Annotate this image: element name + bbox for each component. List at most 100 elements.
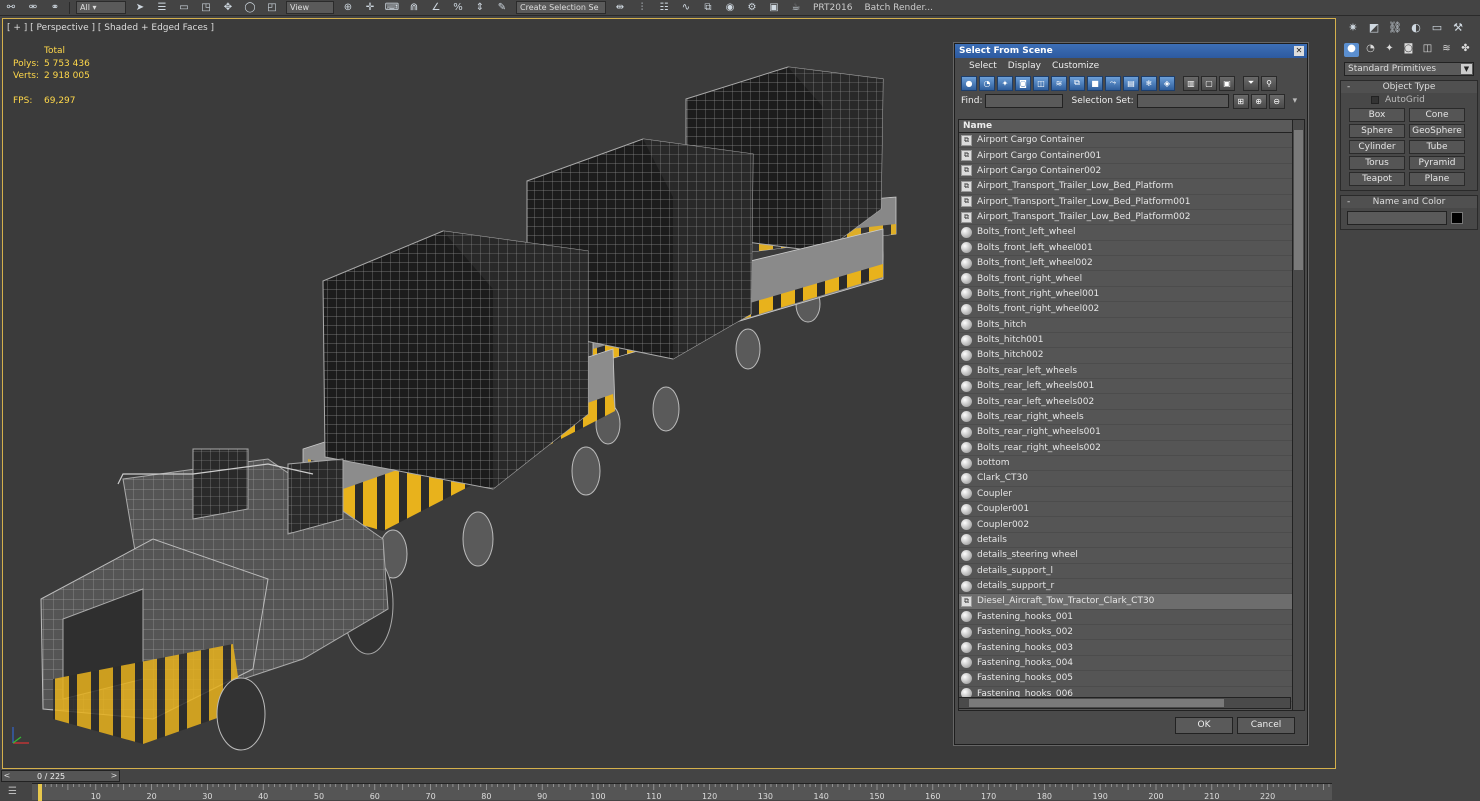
list-item[interactable]: Bolts_hitch001 — [959, 333, 1304, 349]
expand-icon[interactable]: ▾ — [1293, 96, 1298, 106]
list-item[interactable]: Fastening_hooks_002 — [959, 625, 1304, 641]
percent-snap-icon[interactable]: % — [449, 1, 467, 15]
modify-tab-icon[interactable]: ◩ — [1365, 21, 1383, 37]
list-item[interactable]: Coupler002 — [959, 517, 1304, 533]
list-item[interactable]: Bolts_rear_right_wheels002 — [959, 441, 1304, 456]
list-item[interactable]: ⧉ Airport_Transport_Trailer_Low_Bed_Platf… — [959, 210, 1304, 226]
list-item[interactable]: Fastening_hooks_004 — [959, 656, 1304, 672]
motion-tab-icon[interactable]: ◐ — [1407, 21, 1425, 37]
name-and-color-header[interactable]: - Name and Color — [1341, 196, 1477, 208]
reference-coordinate-dropdown[interactable]: View — [286, 1, 334, 14]
display-none-icon[interactable]: ▢ — [1201, 75, 1217, 91]
align-icon[interactable]: ⫶ — [633, 1, 651, 15]
list-item[interactable]: details — [959, 533, 1304, 549]
category-dropdown[interactable]: Standard Primitives ▼ — [1344, 62, 1474, 76]
track-bar[interactable]: 10 20 30 40 50 60 70 80 90 100 110 120 130 140 150 160 1… — [32, 783, 1332, 801]
list-item[interactable]: ⧉ Airport Cargo Container001 — [959, 148, 1304, 164]
ok-button[interactable]: OK — [1175, 717, 1233, 734]
previous-frame-icon[interactable]: < — [2, 771, 12, 781]
autogrid-row[interactable]: AutoGrid — [1341, 93, 1477, 106]
display-hidden-icon[interactable]: ◈ — [1159, 75, 1175, 91]
list-item[interactable]: Clark_CT30 — [959, 471, 1304, 487]
list-item[interactable]: details_support_l — [959, 564, 1304, 579]
display-xrefs-icon[interactable]: ■ — [1087, 75, 1103, 91]
autogrid-checkbox[interactable] — [1371, 95, 1379, 104]
batch-render-label[interactable]: Batch Render... — [864, 3, 933, 13]
list-item[interactable]: Bolts_rear_left_wheels002 — [959, 394, 1304, 410]
display-tab-icon[interactable]: ▭ — [1428, 21, 1446, 37]
display-frozen-icon[interactable]: ❄ — [1141, 75, 1157, 91]
link-icon[interactable]: ⚯ — [2, 1, 20, 15]
display-bones-icon[interactable]: ⤳ — [1105, 75, 1121, 91]
list-item[interactable]: bottom — [959, 456, 1304, 472]
display-geometry-icon[interactable]: ● — [961, 75, 977, 91]
list-item[interactable]: Bolts_rear_left_wheels001 — [959, 379, 1304, 395]
box-button[interactable]: Box — [1349, 108, 1405, 122]
rect-region-icon[interactable]: ▭ — [175, 1, 193, 15]
name-column-header[interactable]: Name — [959, 120, 1304, 133]
material-editor-icon[interactable]: ◉ — [721, 1, 739, 15]
list-item[interactable]: Bolts_front_right_wheel002 — [959, 302, 1304, 318]
list-item[interactable]: Fastening_hooks_005 — [959, 671, 1304, 687]
keyboard-shortcut-icon[interactable]: ⌨ — [383, 1, 401, 15]
list-item[interactable]: Bolts_front_left_wheel001 — [959, 241, 1304, 256]
select-object-icon[interactable]: ➤ — [131, 1, 149, 15]
rotate-icon[interactable]: ◯ — [241, 1, 259, 15]
systems-icon[interactable]: ✤ — [1458, 43, 1473, 57]
tube-button[interactable]: Tube — [1409, 140, 1465, 154]
lights-icon[interactable]: ✦ — [1382, 43, 1397, 57]
utilities-tab-icon[interactable]: ⚒ — [1449, 21, 1467, 37]
create-tab-icon[interactable]: ✷ — [1344, 21, 1362, 37]
helpers-icon[interactable]: ◫ — [1420, 43, 1435, 57]
spinner-snap-icon[interactable]: ⇕ — [471, 1, 489, 15]
horizontal-scrollbar[interactable] — [958, 697, 1291, 709]
viewport-label[interactable]: [ + ] [ Perspective ] [ Shaded + Edged F… — [7, 23, 214, 33]
rendered-frame-icon[interactable]: ▣ — [765, 1, 783, 15]
angle-snap-icon[interactable]: ∠ — [427, 1, 445, 15]
display-all-icon[interactable]: ▥ — [1183, 75, 1199, 91]
list-item[interactable]: Bolts_hitch002 — [959, 348, 1304, 364]
display-containers-icon[interactable]: ▤ — [1123, 75, 1139, 91]
list-item[interactable]: ⧉ Airport Cargo Container — [959, 133, 1304, 149]
bind-spacewarp-icon[interactable]: ⚭ — [46, 1, 64, 15]
list-item[interactable]: ⧉ Airport_Transport_Trailer_Low_Bed_Platf… — [959, 179, 1304, 195]
list-item[interactable]: Bolts_rear_left_wheels — [959, 364, 1304, 379]
track-bar-toggle-icon[interactable]: ☰ — [8, 786, 24, 798]
spacewarps-icon[interactable]: ≋ — [1439, 43, 1454, 57]
selection-filter-dropdown[interactable]: All ▾ — [76, 1, 126, 14]
list-item[interactable]: Bolts_rear_right_wheels001 — [959, 425, 1304, 441]
list-item[interactable]: Bolts_front_right_wheel001 — [959, 287, 1304, 303]
list-item[interactable]: Bolts_front_right_wheel — [959, 271, 1304, 287]
geometry-icon[interactable]: ● — [1344, 43, 1359, 57]
selection-set-dropdown[interactable] — [1136, 94, 1229, 108]
display-lights-icon[interactable]: ✦ — [997, 75, 1013, 91]
list-item[interactable]: Bolts_front_left_wheel — [959, 225, 1304, 241]
time-slider[interactable]: < 0 / 225 > — [1, 770, 120, 782]
mirror-icon[interactable]: ⇹ — [611, 1, 629, 15]
display-shapes-icon[interactable]: ◔ — [979, 75, 995, 91]
list-item[interactable]: Bolts_rear_right_wheels — [959, 410, 1304, 426]
create-set-icon[interactable]: ⊞ — [1232, 93, 1249, 109]
list-item[interactable]: Fastening_hooks_003 — [959, 640, 1304, 656]
vertical-scroll-thumb[interactable] — [1294, 130, 1303, 270]
object-type-header[interactable]: - Object Type — [1341, 81, 1477, 93]
find-input[interactable] — [985, 94, 1064, 108]
torus-button[interactable]: Torus — [1349, 156, 1405, 170]
cameras-icon[interactable]: ◙ — [1401, 43, 1416, 57]
display-helpers-icon[interactable]: ◫ — [1033, 75, 1049, 91]
list-item[interactable]: ⧉ Airport Cargo Container002 — [959, 164, 1304, 180]
menu-display[interactable]: Display — [1008, 61, 1041, 71]
select-manipulate-icon[interactable]: ✛ — [361, 1, 379, 15]
sphere-button[interactable]: Sphere — [1349, 124, 1405, 138]
display-invert-icon[interactable]: ▣ — [1219, 75, 1235, 91]
display-cameras-icon[interactable]: ◙ — [1015, 75, 1031, 91]
plane-button[interactable]: Plane — [1409, 172, 1465, 186]
display-groups-icon[interactable]: ⧉ — [1069, 75, 1085, 91]
layer-manager-icon[interactable]: ☷ — [655, 1, 673, 15]
prt-label[interactable]: PRT2016 — [813, 3, 852, 13]
list-item[interactable]: details_steering wheel — [959, 548, 1304, 564]
list-item[interactable]: ⧉ Diesel_Aircraft_Tow_Tractor_Clark_CT30 — [959, 594, 1304, 610]
vertical-scrollbar[interactable] — [1292, 120, 1304, 710]
schematic-view-icon[interactable]: ⧉ — [699, 1, 717, 15]
named-selection-dropdown[interactable]: Create Selection Se — [516, 1, 606, 14]
